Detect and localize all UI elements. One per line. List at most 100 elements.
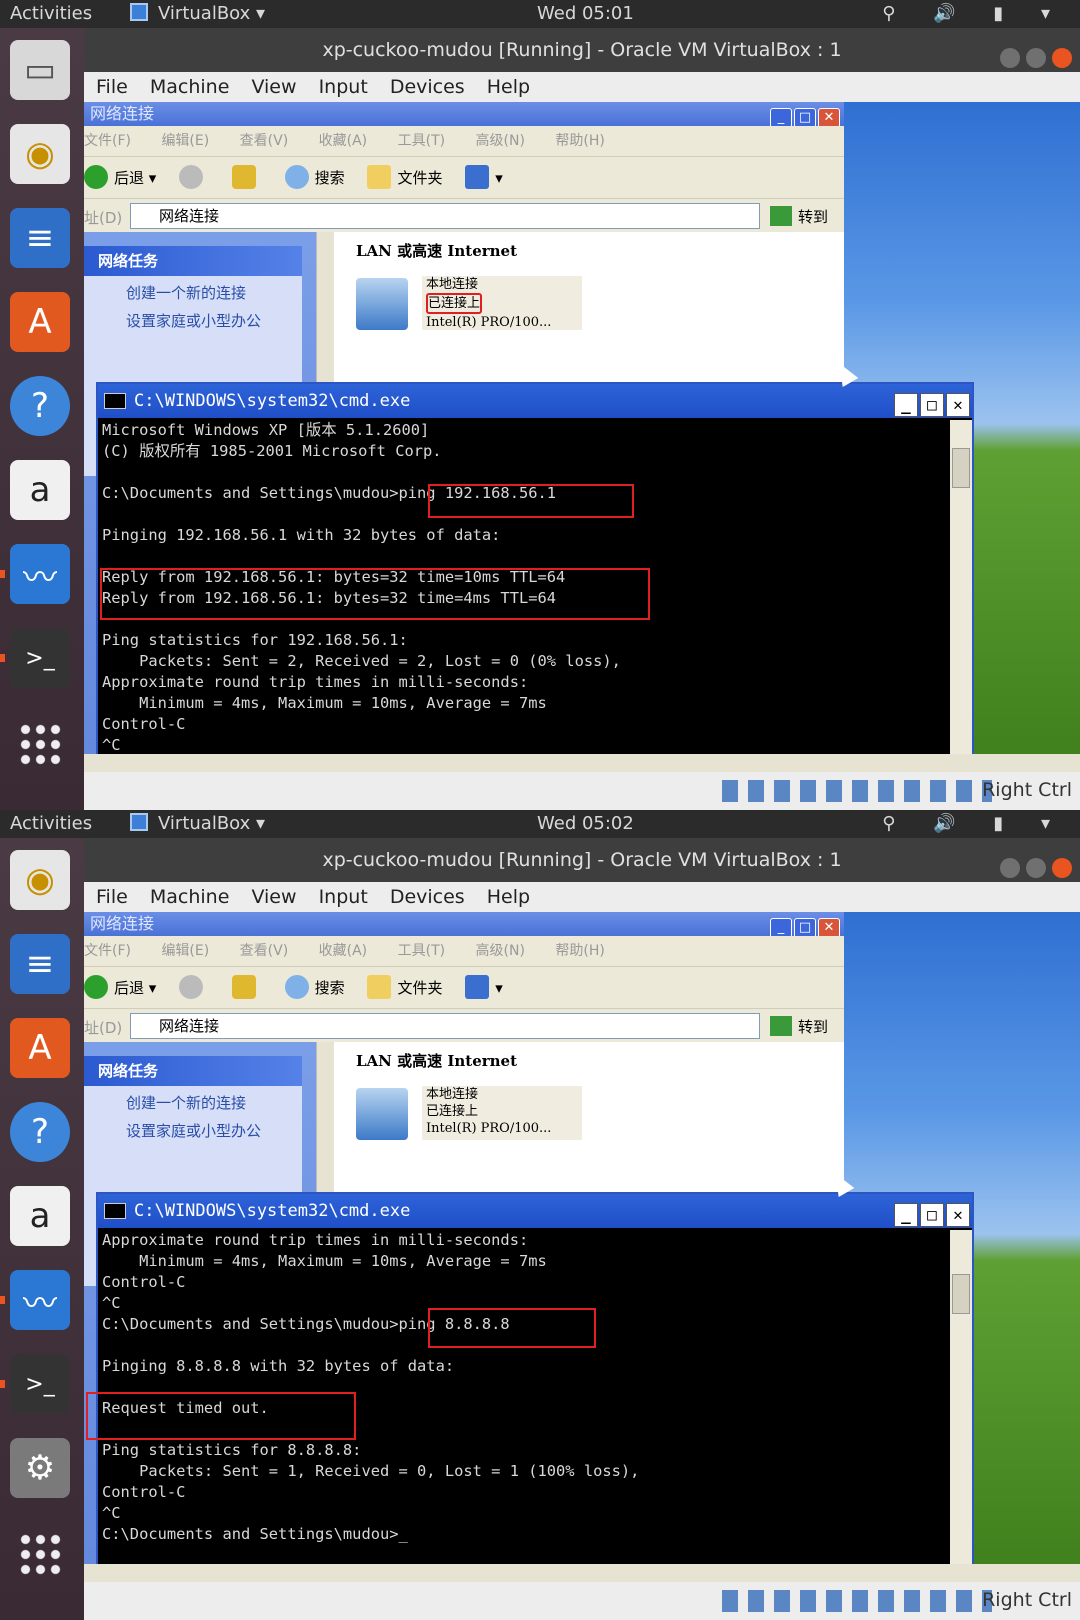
clock[interactable]: Wed 05:01: [537, 3, 634, 24]
menu-input[interactable]: Input: [319, 72, 368, 102]
writer-icon[interactable]: ≡: [10, 934, 70, 994]
maximize-button[interactable]: [1026, 48, 1046, 68]
menu-input[interactable]: Input: [319, 882, 368, 912]
menu-view[interactable]: View: [251, 72, 296, 102]
cmd-scrollbar[interactable]: [950, 1230, 972, 1582]
xp-menu-file[interactable]: 文件(F): [84, 133, 131, 149]
amazon-icon[interactable]: a: [10, 460, 70, 520]
back-button[interactable]: 后退 ▾: [84, 967, 156, 1009]
task-setup-network[interactable]: 设置家庭或小型办公: [84, 1114, 302, 1142]
maximize-button[interactable]: [1026, 858, 1046, 878]
cmd-minimize-button[interactable]: _: [894, 1203, 918, 1227]
show-apps-icon[interactable]: [18, 1532, 62, 1576]
forward-button[interactable]: [179, 967, 209, 1009]
terminal-icon[interactable]: >_: [10, 628, 70, 688]
minimize-button[interactable]: [1000, 48, 1020, 68]
writer-icon[interactable]: ≡: [10, 208, 70, 268]
go-button[interactable]: 转到: [770, 206, 828, 227]
device-status-icons[interactable]: [722, 1590, 992, 1612]
scroll-thumb[interactable]: [952, 1274, 970, 1314]
system-tray[interactable]: ⚲ 🔊 ▮ ▾: [882, 3, 1066, 24]
amazon-icon[interactable]: a: [10, 1186, 70, 1246]
activities-button[interactable]: Activities: [10, 813, 92, 834]
files-icon[interactable]: ▭: [10, 40, 70, 100]
task-setup-network[interactable]: 设置家庭或小型办公: [84, 304, 302, 332]
xp-menu-advanced[interactable]: 高级(N): [476, 943, 525, 959]
vm-horizontal-scrollbar[interactable]: [84, 754, 1080, 772]
menu-view[interactable]: View: [251, 882, 296, 912]
xp-menu-favorites[interactable]: 收藏(A): [319, 943, 368, 959]
xp-minimize-button[interactable]: _: [770, 918, 792, 938]
settings-icon[interactable]: ⚙: [10, 1438, 70, 1498]
task-create-connection[interactable]: 创建一个新的连接: [84, 1086, 302, 1114]
vm-screen[interactable]: 网络连接 _ □ ✕ 文件(F) 编辑(E) 查看(V) 收藏(A) 工具(T) 高…: [84, 102, 1080, 772]
xp-menu-help[interactable]: 帮助(H): [555, 943, 604, 959]
menu-help[interactable]: Help: [487, 72, 530, 102]
show-apps-icon[interactable]: [18, 722, 62, 766]
system-tray[interactable]: ⚲ 🔊 ▮ ▾: [882, 813, 1066, 834]
clock[interactable]: Wed 05:02: [537, 813, 634, 834]
task-create-connection[interactable]: 创建一个新的连接: [84, 276, 302, 304]
cmd-minimize-button[interactable]: _: [894, 393, 918, 417]
cmd-scrollbar[interactable]: [950, 420, 972, 772]
cmd-maximize-button[interactable]: □: [920, 1203, 944, 1227]
help-icon[interactable]: ?: [10, 1102, 70, 1162]
back-button[interactable]: 后退 ▾: [84, 157, 156, 199]
xp-menu-advanced[interactable]: 高级(N): [476, 133, 525, 149]
app-menu[interactable]: VirtualBox ▾: [130, 3, 265, 24]
tasks-header[interactable]: 网络任务: [84, 1056, 302, 1086]
xp-close-button[interactable]: ✕: [818, 918, 840, 938]
software-center-icon[interactable]: A: [10, 292, 70, 352]
cmd-maximize-button[interactable]: □: [920, 393, 944, 417]
xp-maximize-button[interactable]: □: [794, 108, 816, 128]
menu-devices[interactable]: Devices: [390, 882, 465, 912]
search-button[interactable]: 搜索: [284, 967, 345, 1009]
system-monitor-icon[interactable]: 〰: [10, 1270, 70, 1330]
go-button[interactable]: 转到: [770, 1016, 828, 1037]
tasks-header[interactable]: 网络任务: [84, 246, 302, 276]
cmd-close-button[interactable]: ✕: [946, 393, 970, 417]
terminal-icon[interactable]: >_: [10, 1354, 70, 1414]
menu-help[interactable]: Help: [487, 882, 530, 912]
vm-horizontal-scrollbar[interactable]: [84, 1564, 1080, 1582]
menu-devices[interactable]: Devices: [390, 72, 465, 102]
xp-menu-tools[interactable]: 工具(T): [398, 943, 445, 959]
address-input[interactable]: 网络连接: [130, 1013, 760, 1039]
close-button[interactable]: [1052, 858, 1072, 878]
menu-machine[interactable]: Machine: [150, 882, 230, 912]
local-connection[interactable]: 本地连接 已连接上 Intel(R) PRO/100...: [356, 276, 606, 332]
views-button[interactable]: ▾: [465, 967, 503, 1009]
views-button[interactable]: ▾: [465, 157, 503, 199]
app-menu[interactable]: VirtualBox ▾: [130, 813, 265, 834]
forward-button[interactable]: [179, 157, 209, 199]
menu-file[interactable]: File: [96, 72, 128, 102]
vm-screen[interactable]: 网络连接 _ □ ✕ 文件(F) 编辑(E) 查看(V) 收藏(A) 工具(T) 高…: [84, 912, 1080, 1582]
up-button[interactable]: [231, 157, 262, 199]
address-input[interactable]: 网络连接: [130, 203, 760, 229]
menu-file[interactable]: File: [96, 882, 128, 912]
xp-menu-edit[interactable]: 编辑(E): [161, 133, 209, 149]
xp-menu-favorites[interactable]: 收藏(A): [319, 133, 368, 149]
folders-button[interactable]: 文件夹: [367, 967, 442, 1009]
system-monitor-icon[interactable]: 〰: [10, 544, 70, 604]
xp-menu-help[interactable]: 帮助(H): [555, 133, 604, 149]
rhythmbox-icon[interactable]: ◉: [10, 124, 70, 184]
device-status-icons[interactable]: [722, 780, 992, 802]
folders-button[interactable]: 文件夹: [367, 157, 442, 199]
scroll-thumb[interactable]: [952, 448, 970, 488]
xp-menu-view[interactable]: 查看(V): [240, 133, 289, 149]
minimize-button[interactable]: [1000, 858, 1020, 878]
xp-menu-edit[interactable]: 编辑(E): [161, 943, 209, 959]
search-button[interactable]: 搜索: [284, 157, 345, 199]
menu-machine[interactable]: Machine: [150, 72, 230, 102]
activities-button[interactable]: Activities: [10, 3, 92, 24]
xp-minimize-button[interactable]: _: [770, 108, 792, 128]
xp-menu-view[interactable]: 查看(V): [240, 943, 289, 959]
xp-close-button[interactable]: ✕: [818, 108, 840, 128]
up-button[interactable]: [231, 967, 262, 1009]
cmd-close-button[interactable]: ✕: [946, 1203, 970, 1227]
xp-maximize-button[interactable]: □: [794, 918, 816, 938]
rhythmbox-icon[interactable]: ◉: [10, 850, 70, 910]
close-button[interactable]: [1052, 48, 1072, 68]
xp-menu-file[interactable]: 文件(F): [84, 943, 131, 959]
